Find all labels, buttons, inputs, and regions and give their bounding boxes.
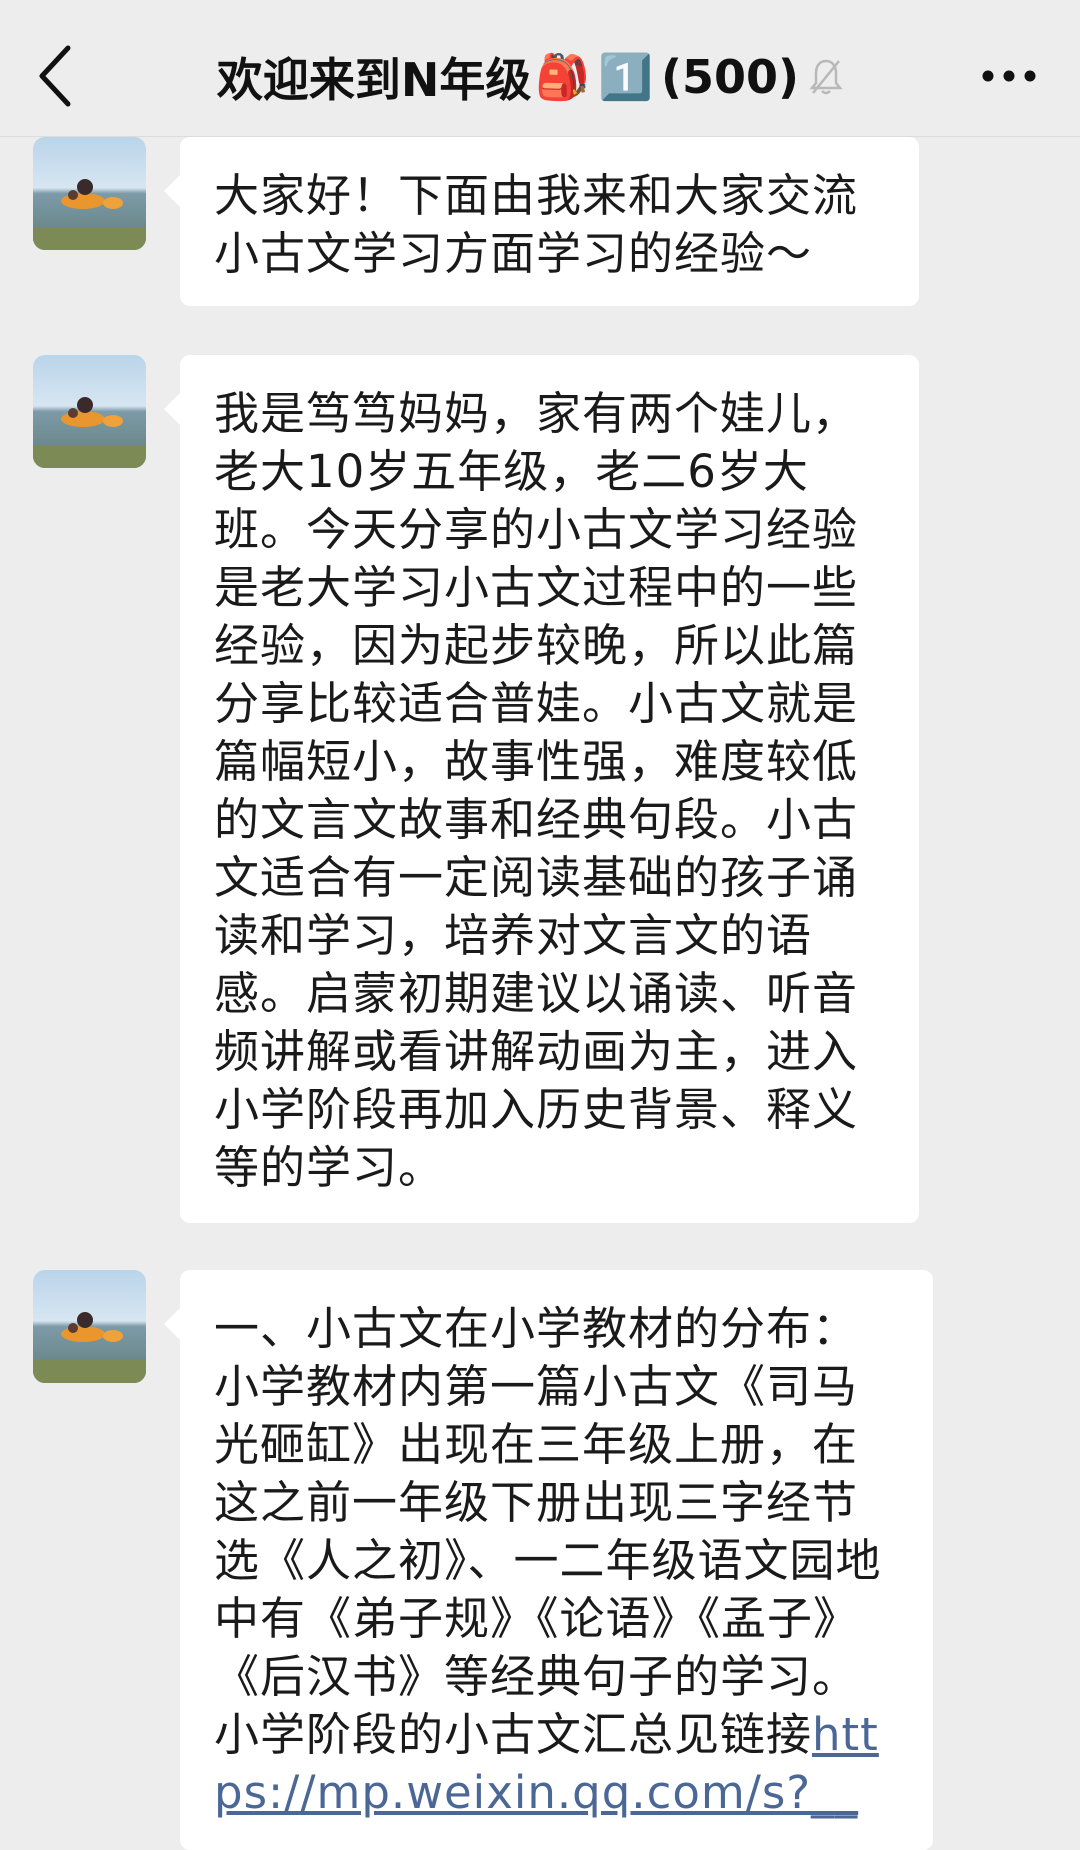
- avatar[interactable]: [33, 137, 146, 250]
- avatar-photo: [33, 355, 146, 468]
- avatar[interactable]: [33, 355, 146, 468]
- ellipsis-icon: [982, 70, 1036, 82]
- message-bubble[interactable]: 大家好！下面由我来和大家交流小古文学习方面学习的经验～: [164, 137, 919, 306]
- chevron-left-icon: [39, 45, 71, 107]
- more-options-button[interactable]: [974, 56, 1044, 96]
- chat-title: 欢迎来到N年级 🎒 1️⃣ (500): [100, 38, 960, 116]
- message-text: 我是笃笃妈妈，家有两个娃儿，老大10岁五年级，老二6岁大班。今天分享的小古文学习…: [214, 387, 859, 1194]
- chat-title-text: 欢迎来到N年级: [216, 53, 532, 107]
- avatar[interactable]: [33, 1270, 146, 1383]
- member-count: (500): [661, 50, 800, 104]
- back-button[interactable]: [30, 34, 90, 118]
- chat-header: 欢迎来到N年级 🎒 1️⃣ (500): [0, 0, 1080, 137]
- message-text: 一、小古文在小学教材的分布：小学教材内第一篇小古文《司马光砸缸》出现在三年级上册…: [214, 1302, 882, 1761]
- avatar-photo: [33, 1270, 146, 1383]
- message-text: 大家好！下面由我来和大家交流小古文学习方面学习的经验～: [214, 169, 859, 280]
- backpack-emoji: 🎒: [535, 52, 591, 103]
- message-bubble[interactable]: 我是笃笃妈妈，家有两个娃儿，老大10岁五年级，老二6岁大班。今天分享的小古文学习…: [164, 355, 919, 1223]
- avatar-photo: [33, 137, 146, 250]
- bell-muted-icon: [809, 59, 843, 95]
- message-bubble[interactable]: 一、小古文在小学教材的分布：小学教材内第一篇小古文《司马光砸缸》出现在三年级上册…: [164, 1270, 933, 1850]
- keycap-one-emoji: 1️⃣: [598, 52, 653, 103]
